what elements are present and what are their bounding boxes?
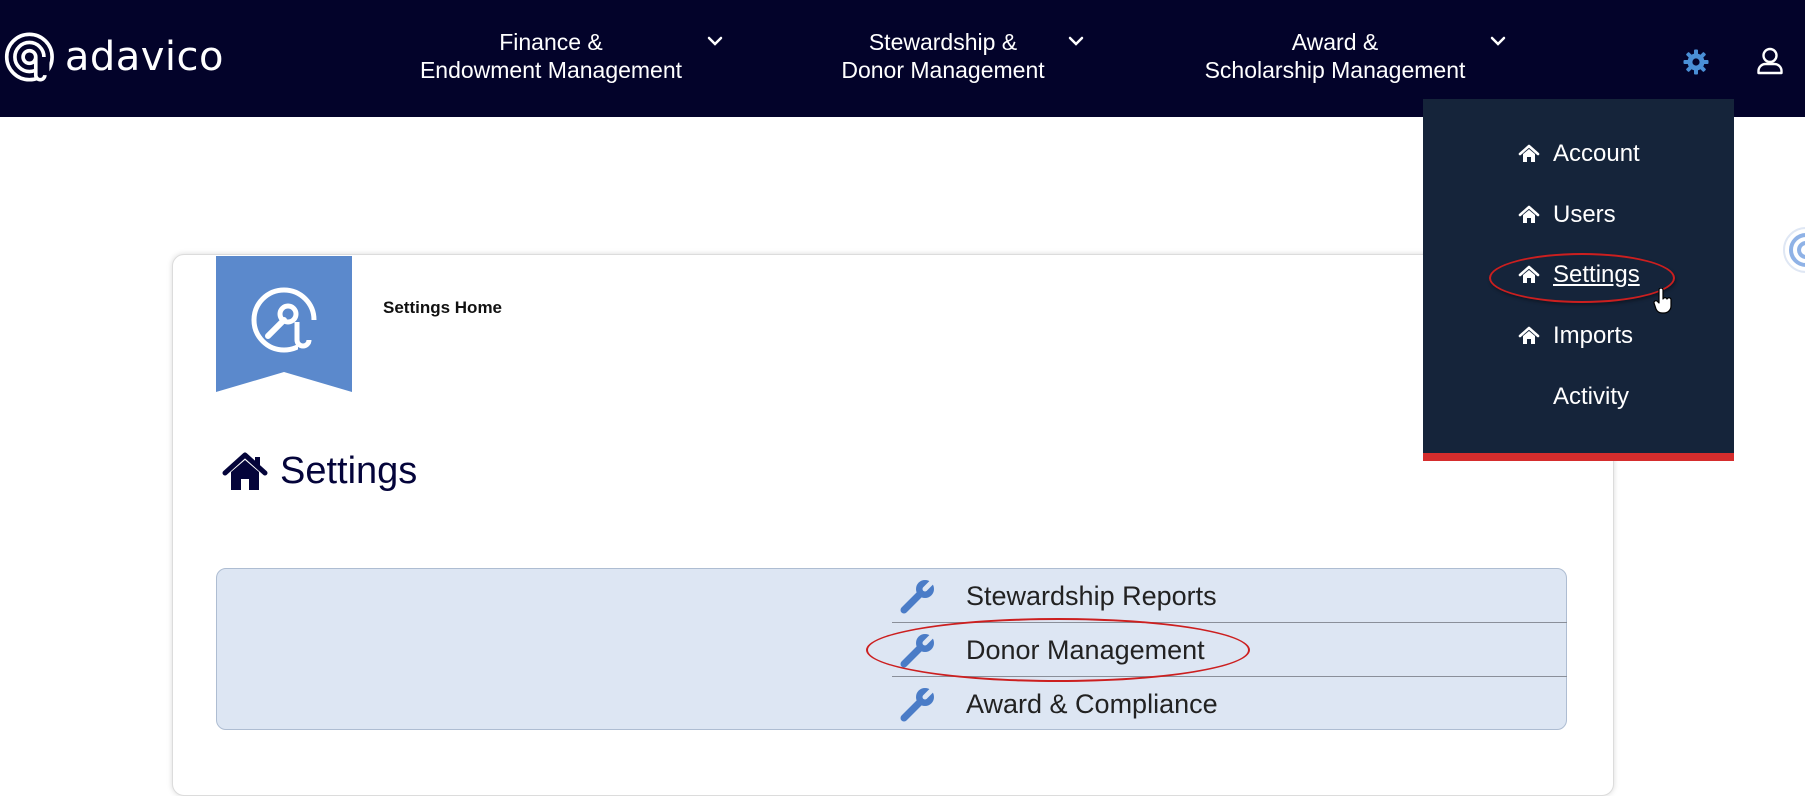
chevron-down-icon[interactable] bbox=[704, 30, 726, 52]
wrench-icon bbox=[900, 685, 937, 722]
menu-item-users[interactable]: Users bbox=[1518, 201, 1616, 229]
nav-award-line2: Scholarship Management bbox=[1204, 57, 1466, 83]
menu-item-activity[interactable]: Activity bbox=[1553, 383, 1629, 411]
gear-icon[interactable] bbox=[1682, 48, 1710, 76]
highlight-ellipse-donor-management bbox=[866, 618, 1250, 682]
nav-award-line1: Award & bbox=[1291, 29, 1379, 55]
home-icon bbox=[1518, 144, 1540, 162]
hand-pointer-cursor-icon bbox=[1653, 287, 1673, 314]
brand-name: adavico bbox=[64, 34, 224, 80]
menu-item-label: Account bbox=[1553, 140, 1640, 167]
breadcrumb[interactable]: Settings Home bbox=[383, 298, 502, 318]
user-icon[interactable] bbox=[1755, 46, 1785, 76]
nav-finance-line2: Endowment Management bbox=[419, 57, 683, 83]
nav-finance-endowment[interactable]: Finance & Endowment Management bbox=[412, 28, 690, 84]
page-title: Settings bbox=[222, 450, 417, 493]
menu-item-account[interactable]: Account bbox=[1518, 140, 1640, 168]
menu-item-label: Users bbox=[1553, 201, 1616, 228]
chevron-down-icon[interactable] bbox=[1487, 30, 1509, 52]
link-stewardship-reports[interactable]: Stewardship Reports bbox=[892, 569, 1567, 623]
nav-award-scholarship[interactable]: Award & Scholarship Management bbox=[1190, 28, 1480, 84]
page-title-text: Settings bbox=[280, 450, 418, 492]
home-icon bbox=[1518, 326, 1540, 344]
logo-icon bbox=[4, 32, 54, 82]
settings-ribbon-badge bbox=[216, 256, 352, 392]
nav-stewardship-line2: Donor Management bbox=[841, 57, 1045, 83]
link-label: Award & Compliance bbox=[966, 688, 1218, 719]
home-icon bbox=[1518, 205, 1540, 223]
menu-item-imports[interactable]: Imports bbox=[1518, 322, 1633, 350]
adavico-logo[interactable]: adavico bbox=[4, 28, 224, 86]
menu-item-label: Activity bbox=[1553, 383, 1630, 410]
chevron-down-icon[interactable] bbox=[1065, 30, 1087, 52]
link-award-compliance[interactable]: Award & Compliance bbox=[892, 677, 1567, 731]
home-icon bbox=[222, 452, 268, 490]
help-widget-button[interactable] bbox=[1782, 226, 1805, 274]
nav-stewardship-line1: Stewardship & bbox=[868, 29, 1018, 55]
highlight-ellipse-settings bbox=[1489, 253, 1675, 303]
wrench-icon bbox=[900, 577, 937, 614]
menu-item-label: Imports bbox=[1553, 322, 1634, 349]
nav-finance-line1: Finance & bbox=[499, 29, 603, 55]
link-label: Stewardship Reports bbox=[966, 580, 1217, 611]
nav-stewardship-donor[interactable]: Stewardship & Donor Management bbox=[830, 28, 1056, 84]
